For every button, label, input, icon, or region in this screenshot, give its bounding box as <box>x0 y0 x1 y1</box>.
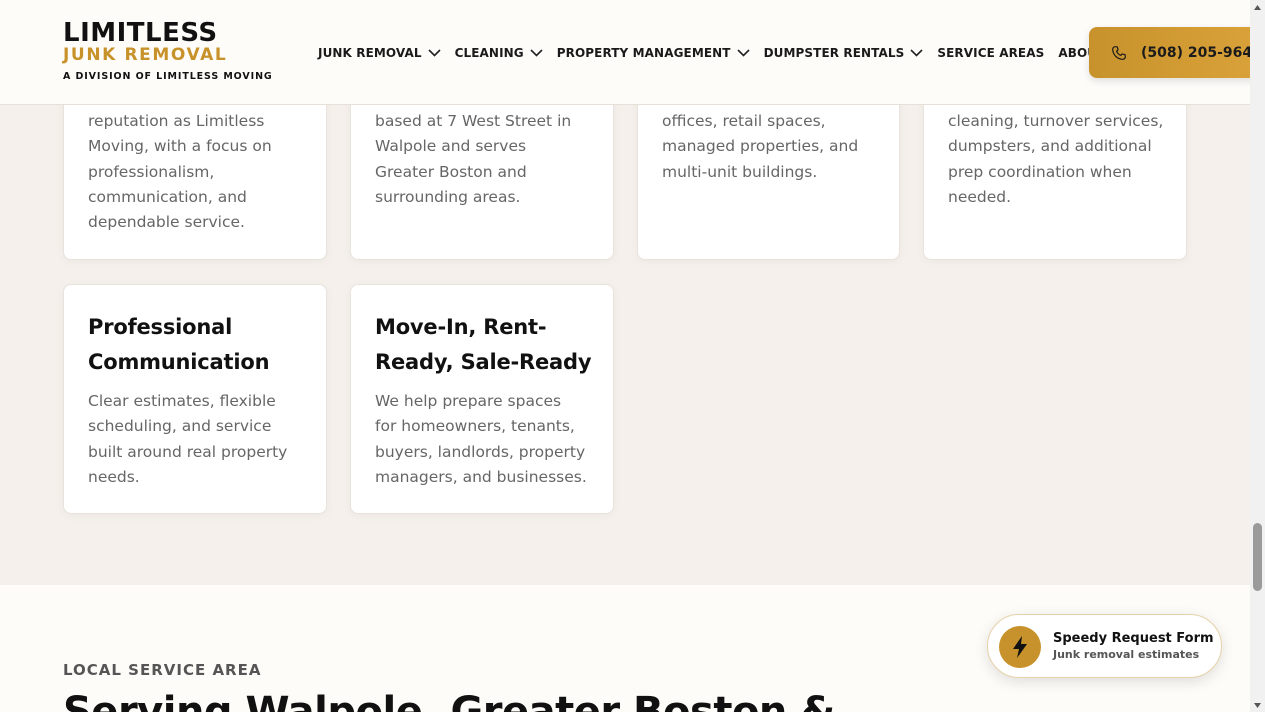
nav-label: PROPERTY MANAGEMENT <box>556 46 731 60</box>
section-heading: Serving Walpole, Greater Boston & <box>63 689 835 712</box>
card-line: reputation as Limitless <box>88 112 265 130</box>
scroll-down-arrow-icon[interactable] <box>1250 698 1265 712</box>
scroll-up-arrow-icon[interactable] <box>1250 0 1265 14</box>
nav-cleaning[interactable]: CLEANING <box>455 46 543 60</box>
brand-logo[interactable]: LIMITLESS JUNK REMOVAL A DIVISION OF LIM… <box>63 20 273 82</box>
nav-junk-removal[interactable]: JUNK REMOVAL <box>318 46 441 60</box>
phone-number: (508) 205-9648 <box>1141 44 1262 61</box>
card-line: scheduling, and service <box>88 417 272 436</box>
card-line: Walpole and serves <box>375 137 527 156</box>
card-description: reputation as Limitless Moving, with a f… <box>88 109 272 235</box>
card-line: dumpsters, and additional <box>948 137 1152 156</box>
site-header: LIMITLESS JUNK REMOVAL A DIVISION OF LIM… <box>0 0 1264 105</box>
speedy-request-form-button[interactable]: Speedy Request Form Junk removal estimat… <box>987 614 1222 678</box>
card-description: We help prepare spaces for homeowners, t… <box>375 389 587 490</box>
chevron-down-icon <box>910 49 923 57</box>
logo-line-1: LIMITLESS <box>63 18 218 48</box>
lightning-bolt-icon <box>999 626 1041 668</box>
logo-tagline: A DIVISION OF LIMITLESS MOVING <box>63 71 273 82</box>
main-nav: JUNK REMOVAL CLEANING PROPERTY MANAGEMEN… <box>318 45 1138 61</box>
card-line: needed. <box>948 187 1012 206</box>
nav-label: CLEANING <box>454 46 524 60</box>
card-line: professionalism, <box>88 162 215 181</box>
feature-card-professional-communication: Professional Communication Clear estimat… <box>63 284 327 514</box>
nav-property-management[interactable]: PROPERTY MANAGEMENT <box>557 46 750 60</box>
card-line: surrounding areas. <box>375 187 521 206</box>
card-title: Move-In, Rent- Ready, Sale-Ready <box>375 310 592 379</box>
card-title-line: Ready, Sale-Ready <box>375 349 592 374</box>
chevron-down-icon <box>737 49 750 57</box>
logo-line-2: JUNK REMOVAL <box>63 45 228 65</box>
phone-icon <box>1111 45 1127 61</box>
scrollbar-thumb[interactable] <box>1253 523 1262 591</box>
card-description: offices, retail spaces, managed properti… <box>662 109 858 185</box>
card-line: offices, retail spaces, <box>662 112 826 130</box>
request-subtitle: Junk removal estimates <box>1053 648 1200 661</box>
card-title: Professional Communication <box>88 310 270 379</box>
card-description: cleaning, turnover services, dumpsters, … <box>948 109 1163 210</box>
card-line: based at 7 West Street in <box>375 112 572 130</box>
card-line: needs. <box>88 467 140 486</box>
card-line: prep coordination when <box>948 162 1132 181</box>
card-line: managers, and businesses. <box>375 467 587 486</box>
card-line: buyers, landlords, property <box>375 442 586 461</box>
feature-card-move-in-ready: Move-In, Rent- Ready, Sale-Ready We help… <box>350 284 614 514</box>
card-line: Moving, with a focus on <box>88 137 272 156</box>
card-line: for homeowners, tenants, <box>375 417 575 436</box>
card-title-line: Communication <box>88 349 270 374</box>
nav-label: SERVICE AREAS <box>937 46 1045 60</box>
card-line: built around real property <box>88 442 288 461</box>
card-line: managed properties, and <box>662 137 859 156</box>
card-line: communication, and <box>88 187 247 206</box>
card-line: Greater Boston and <box>375 162 527 181</box>
card-line: We help prepare spaces <box>375 392 562 410</box>
card-title-line: Move-In, Rent- <box>375 315 547 339</box>
card-title-line: Professional <box>88 315 233 339</box>
card-line: dependable service. <box>88 213 245 232</box>
nav-label: DUMPSTER RENTALS <box>763 46 905 60</box>
nav-service-areas[interactable]: SERVICE AREAS <box>937 46 1044 60</box>
card-line: multi-unit buildings. <box>662 162 818 181</box>
chevron-down-icon <box>428 49 441 57</box>
card-description: based at 7 West Street in Walpole and se… <box>375 109 571 210</box>
request-title: Speedy Request Form <box>1053 631 1214 646</box>
nav-dumpster-rentals[interactable]: DUMPSTER RENTALS <box>764 46 924 60</box>
card-line: Clear estimates, flexible <box>88 392 276 410</box>
call-phone-button[interactable]: (508) 205-9648 <box>1089 27 1264 78</box>
page-scrollbar[interactable] <box>1250 0 1265 712</box>
chevron-down-icon <box>530 49 543 57</box>
section-eyebrow: LOCAL SERVICE AREA <box>63 661 262 679</box>
card-description: Clear estimates, flexible scheduling, an… <box>88 389 287 490</box>
card-line: cleaning, turnover services, <box>948 112 1164 130</box>
nav-label: JUNK REMOVAL <box>318 46 422 60</box>
